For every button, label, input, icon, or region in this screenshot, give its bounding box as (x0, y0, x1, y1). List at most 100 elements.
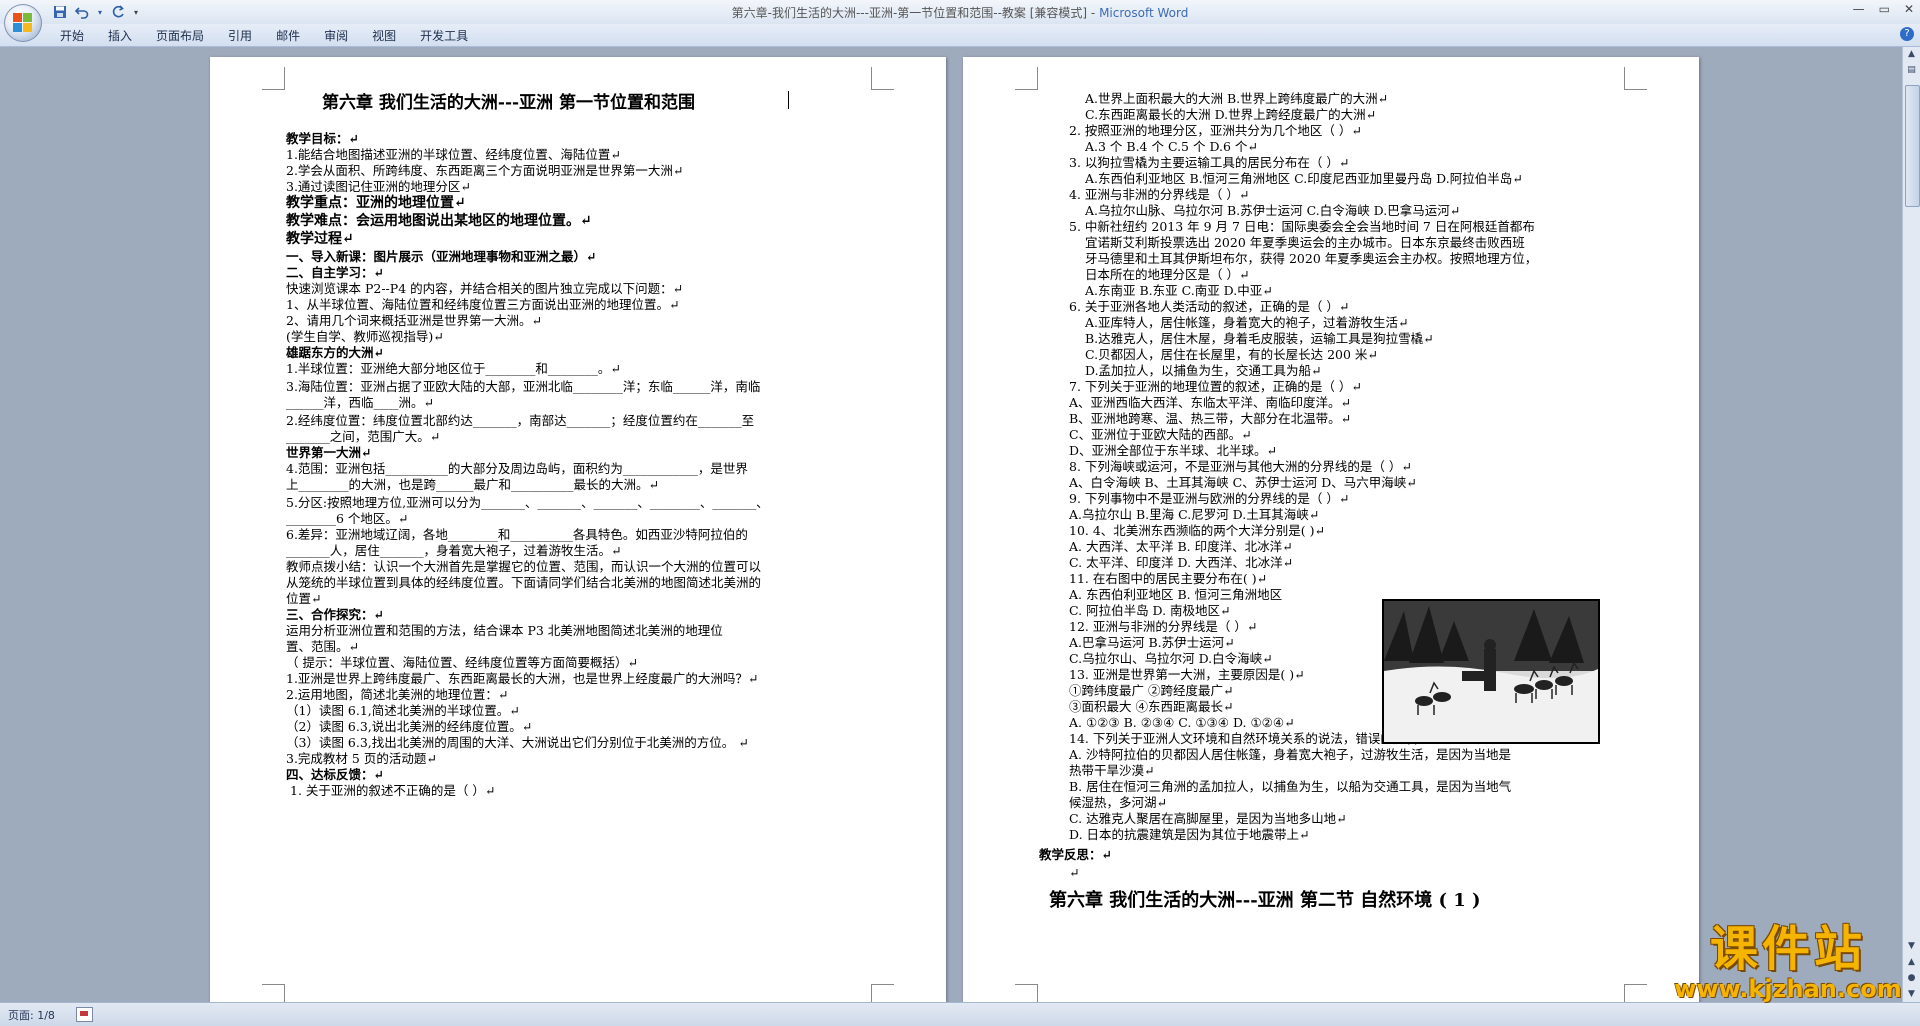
doc-line: 6.差异：亚洲地域辽阔，各地________和__________各具特色。如西… (286, 527, 748, 542)
doc-line: 11. 在右图中的居民主要分布在( )↵ (1069, 571, 1268, 586)
ribbon-tabs: 开始 插入 页面布局 引用 邮件 审阅 视图 开发工具 (48, 28, 480, 44)
doc-line: 12. 亚洲与非洲的分界线是（ ）↵ (1069, 619, 1258, 634)
doc-line: 7. 下列关于亚洲的地理位置的叙述，正确的是（ ）↵ (1069, 379, 1362, 394)
doc-line: 二、自主学习：↵ (286, 265, 384, 280)
doc-line: A、亚洲西临大西洋、东临太平洋、南临印度洋。↵ (1069, 395, 1352, 410)
doc-line: A. 沙特阿拉伯的贝都因人居住帐篷，身着宽大袍子，过游牧生活，是因为当地是 (1069, 747, 1511, 762)
site-watermark: 课件站 www.kjzhan.com (1668, 922, 1908, 1002)
maximize-icon[interactable]: ▭ (1879, 2, 1890, 16)
doc-line: 1.半球位置：亚洲绝大部分地区位于________和________。↵ (286, 361, 621, 376)
vertical-scrollbar[interactable]: ▲ ▤ ▼ ▲ ● ▼ (1902, 47, 1920, 1002)
doc-line: B. 居住在恒河三角洲的孟加拉人，以捕鱼为生，以船为交通工具，是因为当地气 (1069, 779, 1512, 794)
doc-line: _______人，居住_______，身着宽大袍子，过着游牧生活。↵ (286, 543, 622, 558)
doc-line: A.东西伯利亚地区 B.恒河三角洲地区 C.印度尼西亚加里曼丹岛 D.阿拉伯半岛… (1085, 171, 1523, 186)
doc-line: 2、请用几个词来概括亚洲是世界第一大洲。↵ (286, 313, 542, 328)
proofing-icon[interactable] (76, 1007, 93, 1022)
doc-line: A. 东西伯利亚地区 B. 恒河三角洲地区 (1069, 587, 1283, 602)
doc-line: A.乌拉尔山脉、乌拉尔河 B.苏伊士运河 C.白令海峡 D.巴拿马运河↵ (1085, 203, 1461, 218)
help-icon[interactable]: ? (1900, 27, 1914, 41)
doc-line: 1. 关于亚洲的叙述不正确的是（ ）↵ (290, 783, 496, 798)
office-logo-icon (13, 13, 33, 33)
doc-line: D.孟加拉人，以捕鱼为生，交通工具为船↵ (1085, 363, 1322, 378)
doc-line: 教学反思：↵ (1039, 847, 1112, 862)
doc-line: _______之间，范围广大。↵ (286, 429, 441, 444)
doc-line: 位置↵ (286, 591, 322, 606)
page-count[interactable]: 页面: 1/8 (8, 1007, 55, 1023)
document-title: 第六章-我们生活的大洲---亚洲-第一节位置和范围--教案 [兼容模式] - (731, 6, 1100, 20)
doc-line: 1、从半球位置、海陆位置和经纬度位置三方面说出亚洲的地理位置。↵ (286, 297, 680, 312)
doc-line: 8. 下列海峡或运河，不是亚洲与其他大洲的分界线的是（ ）↵ (1069, 459, 1412, 474)
tab-developer[interactable]: 开发工具 (408, 28, 480, 44)
doc-line: A.巴拿马运河 B.苏伊士运河↵ (1069, 635, 1235, 650)
doc-line: C.乌拉尔山、乌拉尔河 D.白令海峡↵ (1069, 651, 1273, 666)
tab-page-layout[interactable]: 页面布局 (144, 28, 216, 44)
crop-mark (262, 984, 285, 1002)
doc-line: 4.范围：亚洲包括__________的大部分及周边岛屿，面积约为_______… (286, 461, 748, 476)
doc-line: （1）读图 6.1,简述北美洲的半球位置。↵ (286, 703, 520, 718)
doc-line: 9. 下列事物中不是亚洲与欧洲的分界线的是（ ）↵ (1069, 491, 1350, 506)
doc-line: 教师点拨小结：认识一个大洲首先是掌握它的位置、范围，而认识一个大洲的位置可以 (286, 559, 762, 574)
doc-line: C. 阿拉伯半岛 D. 南极地区↵ (1069, 603, 1231, 618)
doc-line: 13. 亚洲是世界第一大洲，主要原因是( )↵ (1069, 667, 1305, 682)
doc-line: 宜诺斯艾利斯投票选出 2020 年夏季奥运会的主办城市。日本东京最终击败西班 (1085, 235, 1525, 250)
doc-line: ↵ (1069, 865, 1080, 880)
doc-line: 3.通过读图记住亚洲的地理分区↵ (286, 179, 471, 194)
doc-line: 快速浏览课本 P2--P4 的内容，并结合相关的图片独立完成以下问题：↵ (286, 281, 684, 296)
doc-line: 教学难点：会运用地图说出某地区的地理位置。↵ (286, 213, 592, 229)
watermark-url: www.kjzhan.com (1674, 975, 1902, 1003)
office-button[interactable] (4, 4, 42, 42)
doc-line: （3）读图 6.3,找出北美洲的周围的大洋、大洲说出它们分别位于北美洲的方位。 … (286, 735, 749, 750)
tab-view[interactable]: 视图 (360, 28, 408, 44)
document-page-1[interactable]: 第六章 我们生活的大洲---亚洲 第一节位置和范围 教学目标：↵ 1.能结合地图描… (210, 57, 946, 1002)
doc-line: 2.学会从面积、所跨纬度、东西距离三个方面说明亚洲是世界第一大洲↵ (286, 163, 684, 178)
crop-mark (1624, 984, 1647, 1002)
document-page-2[interactable]: A.世界上面积最大的大洲 B.世界上跨纬度最广的大洲↵ C.东西距离最长的大洲 D… (963, 57, 1699, 1002)
document-workspace[interactable]: 第六章 我们生活的大洲---亚洲 第一节位置和范围 教学目标：↵ 1.能结合地图描… (0, 47, 1920, 1002)
doc-line: 一、导入新课：图片展示（亚洲地理事物和亚洲之最）↵ (286, 249, 597, 264)
doc-line: A. ①②③ B. ②③④ C. ①③④ D. ①②④↵ (1069, 715, 1295, 730)
doc-line: ③面积最大 ④东西距离最长↵ (1069, 699, 1234, 714)
doc-line: A.东南亚 B.东亚 C.南亚 D.中亚↵ (1085, 283, 1273, 298)
doc-line: 候湿热，多河湖↵ (1069, 795, 1167, 810)
scroll-up-icon[interactable]: ▲ (1904, 47, 1919, 62)
doc-line: 1.能结合地图描述亚洲的半球位置、经纬度位置、海陆位置↵ (286, 147, 621, 162)
doc-line: B、亚洲地跨寒、温、热三带，大部分在北温带。↵ (1069, 411, 1352, 426)
crop-mark (1015, 67, 1038, 90)
doc-line: ________6 个地区。↵ (286, 511, 409, 526)
doc-line: 14. 下列关于亚洲人文环境和自然环境关系的说法，错误的是( )↵ (1069, 731, 1430, 746)
minimize-icon[interactable]: — (1853, 2, 1865, 16)
doc-line: B.达雅克人，居住木屋，身着毛皮服装，运输工具是狗拉雪橇↵ (1085, 331, 1434, 346)
doc-line: (学生自学、教师巡视指导)↵ (286, 329, 444, 344)
doc-line: 教学过程↵ (286, 231, 354, 247)
doc-line: 四、达标反馈：↵ (286, 767, 384, 782)
tab-review[interactable]: 审阅 (312, 28, 360, 44)
crop-mark (1015, 984, 1038, 1002)
scroll-thumb[interactable] (1905, 85, 1920, 207)
text-cursor (788, 91, 789, 109)
close-icon[interactable]: ✕ (1904, 2, 1914, 16)
doc-line: A、白令海峡 B、土耳其海峡 C、苏伊士运河 D、马六甲海峡↵ (1069, 475, 1417, 490)
tab-mailings[interactable]: 邮件 (264, 28, 312, 44)
doc-line: A.乌拉尔山 B.里海 C.尼罗河 D.土耳其海峡↵ (1069, 507, 1320, 522)
tab-references[interactable]: 引用 (216, 28, 264, 44)
doc-line: C、亚洲位于亚欧大陆的西部。↵ (1069, 427, 1252, 442)
doc-line: 教学目标：↵ (286, 131, 359, 146)
doc-line: D、亚洲全部位于东半球、北半球。↵ (1069, 443, 1277, 458)
doc-line: 4. 亚洲与非洲的分界线是（ ）↵ (1069, 187, 1250, 202)
doc-line: （2）读图 6.3,说出北美洲的经纬度位置。↵ (286, 719, 533, 734)
tab-home[interactable]: 开始 (48, 28, 96, 44)
doc-line: 牙马德里和土耳其伊斯坦布尔，获得 2020 年夏季奥运会主办权。按照地理方位， (1085, 251, 1538, 266)
app-name: Microsoft Word (1099, 6, 1189, 20)
ruler-toggle-icon[interactable]: ▤ (1904, 63, 1919, 78)
doc-line: 1.亚洲是世界上跨纬度最广、东西距离最长的大洲，也是世界上经度最广的大洲吗？↵ (286, 671, 759, 686)
doc-line: A.亚库特人，居住帐篷，身着宽大的袍子，过着游牧生活↵ (1085, 315, 1409, 330)
doc-line: 教学重点：亚洲的地理位置↵ (286, 195, 466, 211)
dog-sled-photo (1382, 599, 1600, 744)
tab-insert[interactable]: 插入 (96, 28, 144, 44)
window-controls: — ▭ ✕ (1853, 2, 1914, 16)
doc-line: 三、合作探究：↵ (286, 607, 384, 622)
doc-line: D. 日本的抗震建筑是因为其位于地震带上↵ (1069, 827, 1310, 842)
status-bar: 页面: 1/8 (0, 1002, 1920, 1026)
doc-line: 3.海陆位置：亚洲占据了亚欧大陆的大部，亚洲北临________洋；东临____… (286, 379, 761, 394)
doc-line: 10. 4、北美洲东西濒临的两个大洋分别是( )↵ (1069, 523, 1326, 538)
